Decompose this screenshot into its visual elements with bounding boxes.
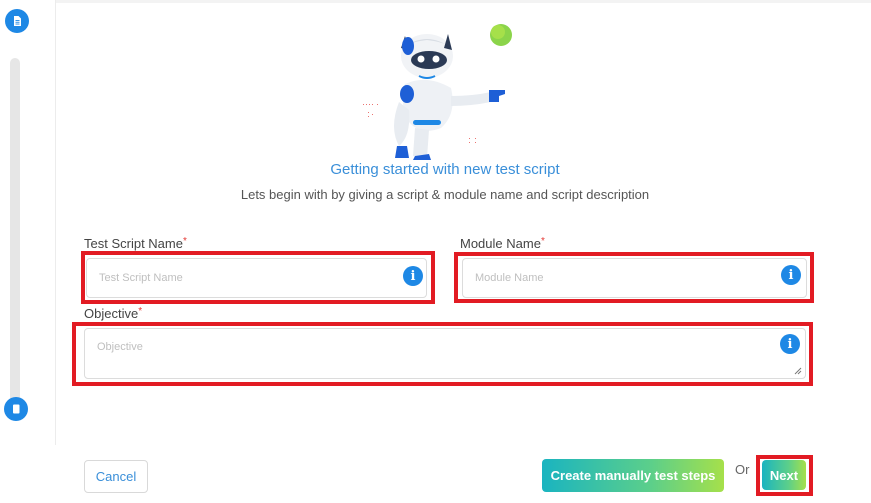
required-marker: *: [540, 236, 545, 247]
info-icon[interactable]: i: [403, 266, 423, 286]
stepper-track: [10, 58, 20, 410]
top-border: [56, 0, 871, 3]
document-icon: [14, 16, 21, 26]
next-button[interactable]: Next: [762, 460, 806, 490]
script-name-label-text: Test Script Name: [84, 236, 183, 251]
page-subtitle: Lets begin with by giving a script & mod…: [240, 187, 650, 202]
page-icon: [13, 404, 20, 414]
info-icon[interactable]: i: [780, 334, 800, 354]
cancel-button[interactable]: Cancel: [84, 460, 148, 493]
create-manually-button[interactable]: Create manually test steps: [542, 459, 724, 492]
module-name-label-text: Module Name: [460, 236, 541, 251]
module-name-field[interactable]: i: [462, 258, 807, 298]
sidebar-divider: [55, 0, 56, 445]
page-title: Getting started with new test script: [330, 161, 560, 178]
objective-field[interactable]: i: [84, 328, 806, 379]
objective-label-text: Objective: [84, 306, 139, 321]
objective-label: Objective*: [84, 306, 142, 321]
script-name-label: Test Script Name*: [84, 236, 187, 251]
stepper-step-steps[interactable]: [4, 397, 28, 421]
required-marker: *: [138, 306, 143, 317]
or-separator: Or: [735, 462, 750, 477]
stepper-step-details[interactable]: [5, 9, 29, 33]
robot-illustration: [363, 24, 512, 160]
resize-handle-icon[interactable]: [794, 367, 802, 375]
module-name-input[interactable]: [463, 259, 806, 297]
module-name-label: Module Name*: [460, 236, 545, 251]
info-icon[interactable]: i: [781, 265, 801, 285]
script-name-input[interactable]: [87, 259, 426, 297]
required-marker: *: [182, 236, 187, 247]
script-name-field[interactable]: i: [86, 258, 427, 298]
objective-textarea[interactable]: [85, 329, 805, 378]
